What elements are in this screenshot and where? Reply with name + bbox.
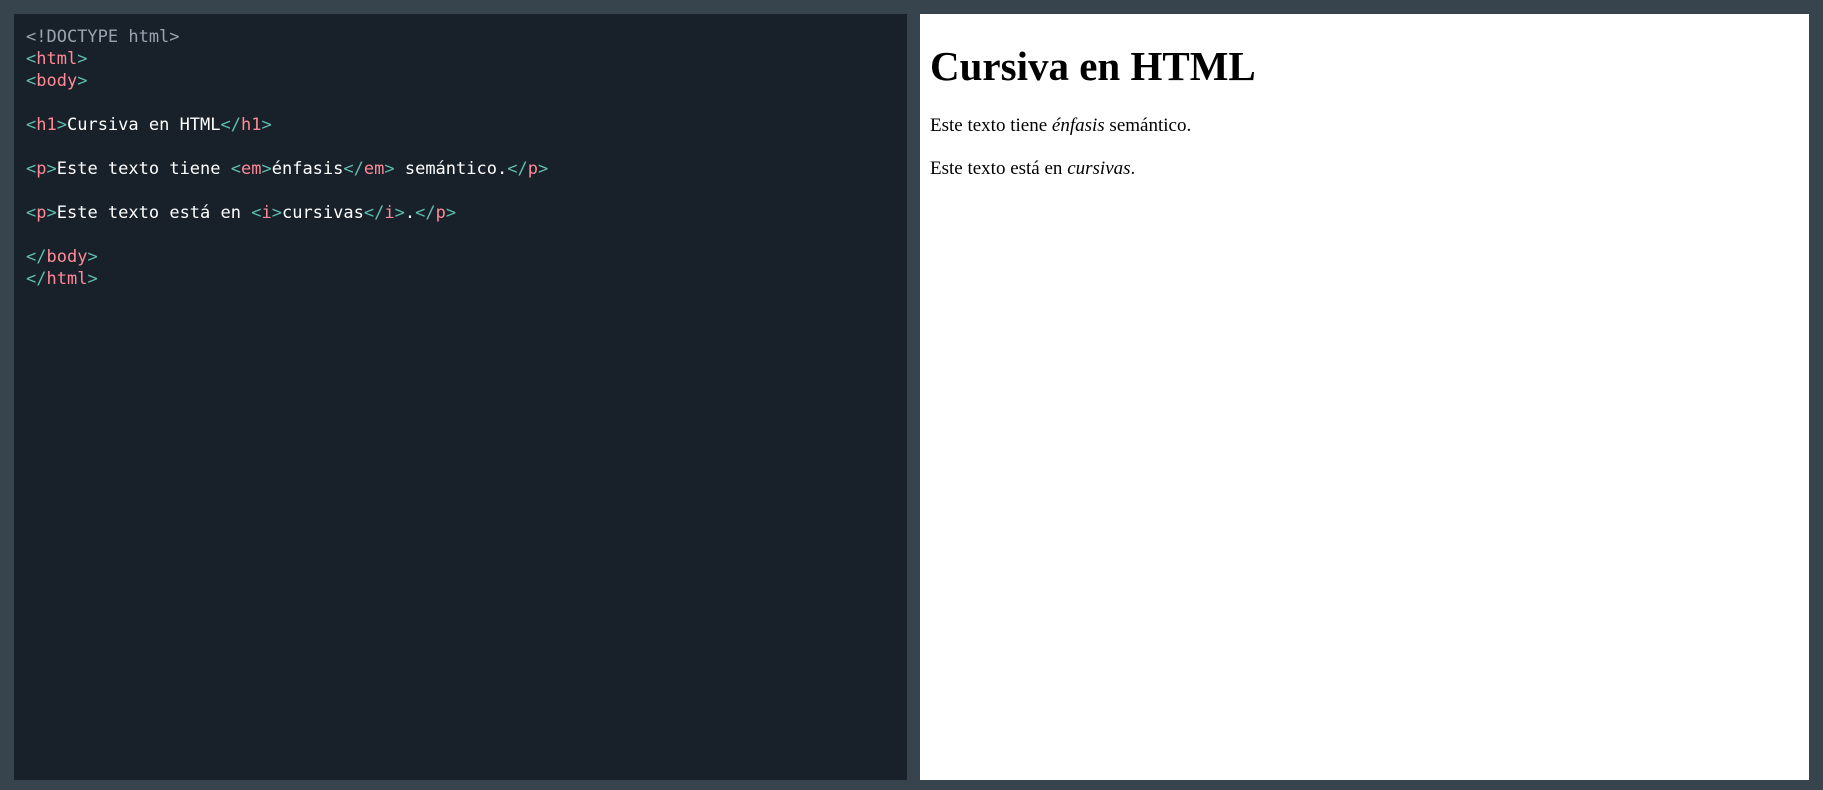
bracket-token: </	[26, 269, 47, 289]
bracket-token: </	[507, 159, 528, 179]
code-line-body-close: </body>	[26, 246, 895, 268]
bracket-token: <	[230, 159, 241, 179]
bracket-token: >	[445, 203, 457, 223]
tag-token: body	[36, 71, 78, 91]
tag-token: i	[384, 203, 395, 223]
tag-token: em	[363, 159, 385, 179]
bracket-token: >	[56, 115, 67, 135]
tag-token: em	[241, 159, 262, 179]
bracket-token: >	[77, 71, 88, 91]
preview-text: Este texto tiene	[930, 115, 1052, 136]
preview-em-text: énfasis	[1051, 115, 1105, 136]
tag-token: html	[46, 269, 88, 289]
preview-pane: Cursiva en HTML Este texto tiene énfasis…	[920, 14, 1809, 780]
text-token: énfasis	[271, 159, 344, 179]
tag-token: i	[261, 203, 272, 223]
tag-token: h1	[241, 115, 262, 135]
code-editor[interactable]: <!DOCTYPE html> <html> <body> <h1>Cursiv…	[14, 14, 907, 780]
preview-paragraph-italic: Este texto está en cursivas.	[930, 157, 1799, 181]
text-token: Este texto tiene	[56, 159, 231, 179]
bracket-token: >	[537, 159, 549, 179]
bracket-token: >	[384, 159, 395, 179]
code-line-html-close: </html>	[26, 268, 895, 290]
text-token: .	[404, 203, 416, 223]
bracket-token: <	[26, 115, 37, 135]
bracket-token: <	[26, 159, 37, 179]
tag-token: p	[36, 159, 47, 179]
tag-token: p	[36, 203, 47, 223]
bracket-token: >	[46, 203, 57, 223]
doctype-token: <!DOCTYPE html>	[26, 27, 180, 47]
preview-heading: Cursiva en HTML	[930, 43, 1256, 89]
bracket-token: </	[363, 203, 385, 223]
bracket-token: >	[87, 269, 98, 289]
bracket-token: >	[271, 203, 282, 223]
text-token: semántico.	[394, 159, 508, 179]
bracket-token: </	[220, 115, 241, 135]
preview-paragraph-emphasis: Este texto tiene énfasis semántico.	[930, 114, 1799, 138]
bracket-token: </	[343, 159, 364, 179]
bracket-token: >	[77, 49, 88, 69]
preview-italic-text: cursivas	[1067, 158, 1131, 179]
text-token: Cursiva en HTML	[66, 115, 221, 135]
text-token: Este texto está en	[56, 203, 252, 223]
code-line-p1: <p>Este texto tiene <em>énfasis</em> sem…	[26, 158, 895, 180]
code-line-body-open: <body>	[26, 70, 895, 92]
code-line-doctype: <!DOCTYPE html>	[26, 26, 895, 48]
bracket-token: >	[46, 159, 57, 179]
tag-token: p	[435, 203, 446, 223]
bracket-token: >	[261, 159, 272, 179]
tag-token: p	[527, 159, 538, 179]
bracket-token: </	[415, 203, 436, 223]
bracket-token: >	[261, 115, 272, 135]
text-token: cursivas	[281, 203, 364, 223]
tag-token: h1	[36, 115, 57, 135]
code-line-html-open: <html>	[26, 48, 895, 70]
bracket-token: </	[26, 247, 47, 267]
tag-token: html	[36, 49, 78, 69]
preview-text: semántico.	[1104, 115, 1192, 136]
code-line-p2: <p>Este texto está en <i>cursivas</i>.</…	[26, 202, 895, 224]
tag-token: body	[46, 247, 88, 267]
preview-text: Este texto está en	[930, 158, 1068, 179]
code-line-h1: <h1>Cursiva en HTML</h1>	[26, 114, 895, 136]
bracket-token: <	[251, 203, 262, 223]
bracket-token: <	[26, 203, 37, 223]
bracket-token: >	[87, 247, 98, 267]
bracket-token: >	[394, 203, 405, 223]
bracket-token: <	[26, 71, 37, 91]
preview-text: .	[1130, 158, 1136, 179]
bracket-token: <	[26, 49, 37, 69]
